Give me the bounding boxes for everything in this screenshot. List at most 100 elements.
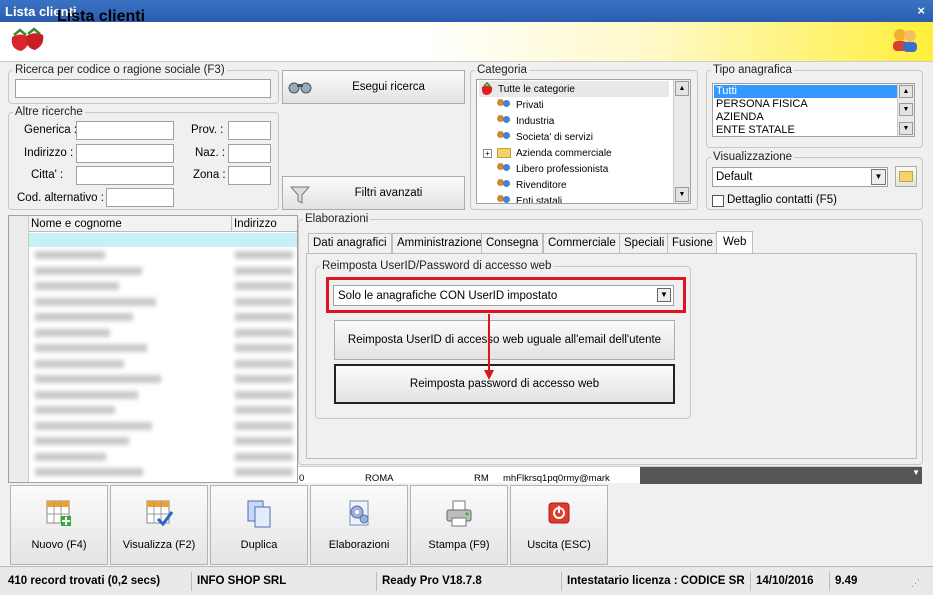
visualizza-label: Visualizza (F2) [122, 539, 196, 551]
blurred-cell [235, 328, 293, 337]
tipo-scrollbar[interactable]: ▲ ▼ ▼ [897, 84, 914, 136]
generica-input[interactable] [76, 121, 174, 140]
gear-document-icon [349, 500, 369, 526]
userid-filter-select[interactable]: Solo le anagrafiche CON UserID impostato… [333, 285, 674, 306]
users-icon[interactable] [890, 26, 920, 54]
naz-label: Naz. : [195, 147, 226, 159]
prov-input[interactable] [228, 121, 271, 140]
people-icon [497, 179, 511, 191]
scroll-down-icon[interactable]: ▼ [899, 103, 913, 116]
blurred-cell [235, 452, 293, 461]
tab-fusione[interactable]: Fusione [667, 233, 718, 253]
citta-input[interactable] [76, 166, 174, 185]
status-version: Ready Pro V18.7.8 [378, 572, 562, 591]
elaborazioni-button[interactable]: Elaborazioni [310, 485, 408, 565]
people-icon [497, 163, 511, 175]
naz-input[interactable] [228, 144, 271, 163]
tipo-item[interactable]: ENTE STATALE [714, 124, 898, 136]
indirizzo-input[interactable] [76, 144, 174, 163]
scroll-down-icon[interactable]: ▼ [912, 468, 920, 477]
blurred-cell [235, 297, 293, 306]
blurred-cell [235, 313, 293, 321]
new-grid-icon [46, 500, 71, 526]
uscita-button[interactable]: Uscita (ESC) [510, 485, 608, 565]
duplica-button[interactable]: Duplica [210, 485, 308, 565]
close-icon[interactable]: × [917, 3, 925, 18]
nuovo-button[interactable]: Nuovo (F4) [10, 485, 108, 565]
blurred-cell [35, 282, 119, 290]
tipo-item[interactable]: PERSONA FISICA [714, 98, 898, 111]
tipo-item[interactable]: AZIENDA [714, 111, 898, 124]
stampa-button[interactable]: Stampa (F9) [410, 485, 508, 565]
codice-search-input[interactable] [15, 79, 271, 98]
folder-open-button[interactable] [895, 166, 917, 187]
category-item[interactable]: Rivenditore [479, 177, 669, 193]
people-icon [497, 115, 511, 127]
dettaglio-contatti-checkbox[interactable] [712, 195, 724, 207]
blurred-cell [235, 359, 293, 368]
tab-speciali[interactable]: Speciali [619, 233, 670, 253]
visualizza-button[interactable]: Visualizza (F2) [110, 485, 208, 565]
status-records: 410 record trovati (0,2 secs) [4, 572, 192, 591]
resize-grip-icon[interactable]: ⋰ [911, 578, 920, 589]
power-icon [548, 502, 570, 524]
cod-alternativo-input[interactable] [106, 188, 174, 207]
categoria-tree[interactable]: Tutte le categorie Privati Industria Soc… [476, 79, 691, 204]
category-item[interactable]: Enti statali [479, 193, 669, 203]
scroll-down-icon[interactable]: ▼ [675, 187, 689, 202]
clients-grid[interactable]: Nome e cognome Indirizzo [8, 215, 298, 483]
reimposta-userid-button[interactable]: Reimposta UserID di accesso web uguale a… [334, 320, 675, 360]
duplica-label: Duplica [240, 539, 278, 551]
people-icon [497, 195, 511, 203]
selected-row[interactable] [29, 233, 297, 247]
chevron-down-icon[interactable]: ▼ [871, 169, 886, 185]
prov-label: Prov. : [191, 124, 224, 136]
column-header-indirizzo[interactable]: Indirizzo [231, 216, 277, 232]
blurred-cell [235, 266, 293, 275]
blurred-cell [35, 359, 124, 368]
filtri-avanzati-button[interactable]: Filtri avanzati [282, 176, 465, 210]
folder-icon [899, 171, 913, 182]
tipo-anagrafica-list[interactable]: Tutti PERSONA FISICA AZIENDA ENTE STATAL… [712, 83, 915, 137]
blurred-cell [35, 344, 147, 352]
categoria-legend: Categoria [477, 64, 527, 76]
category-item[interactable]: Libero professionista [479, 161, 669, 177]
grid-empty-area [640, 467, 922, 484]
tipo-item[interactable]: Tutti [714, 85, 898, 98]
scroll-up-icon[interactable]: ▲ [675, 81, 689, 96]
scroll-up-icon[interactable]: ▲ [899, 85, 913, 98]
visualizzazione-select[interactable]: Default ▼ [712, 167, 888, 187]
category-item[interactable]: Industria [479, 113, 669, 129]
grid-bottom-row[interactable]: 0 ROMA RM mhFlkrsq1pq0rmy@mark ▼ [298, 466, 922, 484]
generica-label: Generica : [24, 124, 78, 136]
blurred-cell [35, 328, 110, 337]
category-item[interactable]: + Azienda commerciale [479, 145, 669, 161]
column-header-nome[interactable]: Nome e cognome [31, 218, 122, 230]
tab-web[interactable]: Web [716, 231, 754, 254]
category-item[interactable]: Societa' di servizi [479, 129, 669, 145]
category-item[interactable]: Privati [479, 97, 669, 113]
indirizzo-label: Indirizzo : [24, 147, 74, 159]
nuovo-label: Nuovo (F4) [31, 539, 87, 551]
red-arrow-icon [484, 314, 494, 380]
zona-input[interactable] [228, 166, 271, 185]
blurred-cell [35, 297, 156, 306]
status-license: Intestatario licenza : CODICE SR [563, 572, 751, 591]
chevron-down-icon[interactable]: ▼ [657, 288, 671, 302]
blurred-cell [35, 437, 129, 445]
blurred-cell [35, 375, 161, 383]
scroll-down-icon[interactable]: ▼ [899, 122, 913, 135]
esegui-ricerca-button[interactable]: Esegui ricerca [282, 70, 465, 104]
expand-icon[interactable]: + [483, 148, 492, 158]
strawberry-logo-icon [11, 27, 44, 51]
tab-amministrazione[interactable]: Amministrazione [392, 233, 487, 253]
tab-commerciale[interactable]: Commerciale [543, 233, 621, 253]
category-item[interactable]: Tutte le categorie [479, 81, 669, 97]
categoria-scrollbar[interactable]: ▲ ▼ [673, 80, 690, 203]
blurred-cell [35, 390, 138, 399]
reimposta-password-button[interactable]: Reimposta password di accesso web [334, 364, 675, 404]
dettaglio-contatti-label: Dettaglio contatti (F5) [727, 194, 837, 206]
tab-consegna[interactable]: Consegna [481, 233, 544, 253]
tab-dati-anagrafici[interactable]: Dati anagrafici [308, 233, 392, 253]
header-banner [0, 22, 933, 62]
